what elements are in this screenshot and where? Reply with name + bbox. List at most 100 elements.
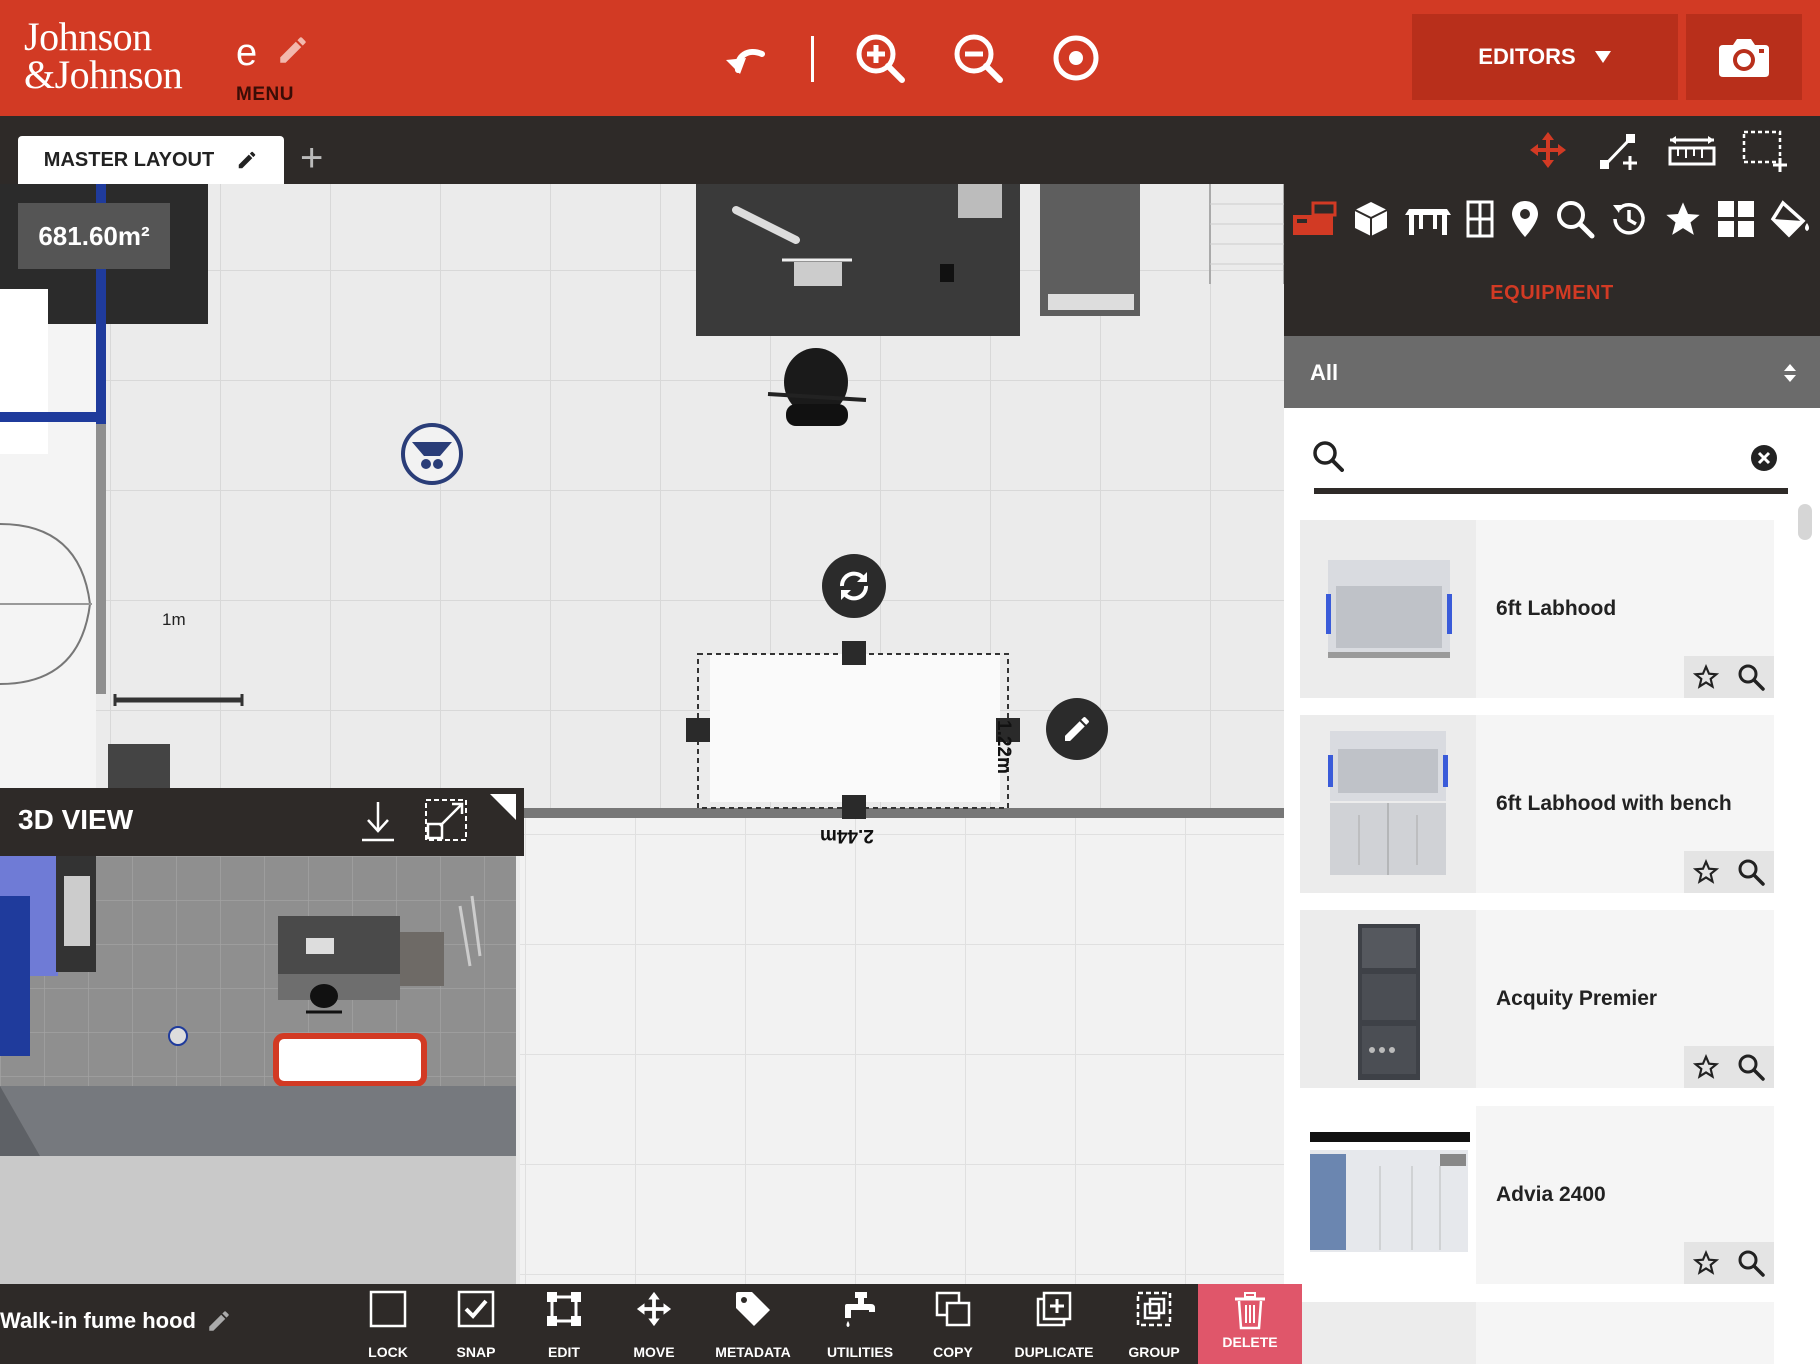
search-input[interactable] [1352,440,1746,478]
duplicate-icon [1036,1291,1072,1327]
preview-search-icon[interactable] [1737,1249,1765,1277]
move-button[interactable]: MOVE [626,1290,682,1360]
grid-icon[interactable] [1717,200,1755,238]
list-item[interactable]: Acquity Premier [1300,910,1774,1088]
draw-wall-button[interactable] [1598,130,1640,177]
copy-button[interactable]: COPY [928,1290,978,1360]
favorite-star-icon[interactable] [1693,859,1719,885]
recenter-button[interactable] [1048,30,1104,86]
zoom-out-icon [954,34,1003,83]
selection-height-label: 1.22m [993,720,1014,774]
favorite-star-icon[interactable] [1693,1250,1719,1276]
advia-2400-image [1310,1132,1470,1252]
ruler-icon [1668,136,1716,166]
expand-icon[interactable] [424,798,468,842]
zoom-in-icon [856,34,905,83]
cube-icon[interactable] [1351,199,1391,239]
selection-width-label: 2.44m [820,825,874,846]
delete-label: DELETE [1222,1334,1278,1350]
item-name: 6ft Labhood [1496,597,1617,620]
delete-content: DELETE [1198,1292,1302,1350]
duplicate-button[interactable]: DUPLICATE [1012,1290,1096,1360]
target-icon [1053,35,1099,81]
selected-object-name: Walk-in fume hood [0,1308,196,1333]
collapse-corner-icon[interactable] [490,794,516,820]
lock-label: LOCK [368,1344,408,1360]
snap-button[interactable]: SNAP [450,1290,502,1360]
tag-icon [736,1292,770,1326]
edit-button[interactable]: EDIT [538,1290,590,1360]
category-filter-select[interactable]: All [1284,336,1820,408]
metadata-button[interactable]: METADATA [712,1290,794,1360]
selected-object[interactable]: Walk-in fume hood [0,1308,232,1334]
location-pin-icon[interactable] [1509,199,1541,239]
pencil-icon[interactable] [236,149,258,171]
pencil-icon[interactable] [206,1308,232,1334]
brand-line-1: Johnson [24,14,152,59]
list-item[interactable]: Advia 2400 [1300,1106,1774,1284]
tab-master-layout[interactable]: MASTER LAYOUT [18,136,284,184]
edit-object-button[interactable] [1046,698,1108,760]
preview-search-icon[interactable] [1737,858,1765,886]
3d-scene [0,856,516,1284]
add-tab-button[interactable]: + [300,138,323,178]
labhood-bench-image [1328,731,1448,875]
category-icon-bar [1284,196,1820,242]
marquee-plus-icon [1742,130,1787,172]
table-icon[interactable] [1405,199,1451,239]
list-item[interactable]: 6ft Labhood with bench [1300,715,1774,893]
tab-master-label: MASTER LAYOUT [43,148,215,171]
item-thumbnail [1300,715,1476,893]
area-badge: 681.60m² [18,203,170,269]
favorite-star-icon[interactable] [1693,664,1719,690]
menu-button[interactable]: e [236,32,310,75]
edit-label: EDIT [548,1344,580,1360]
utilities-label: UTILITIES [826,1344,894,1360]
group-button[interactable]: GROUP [1126,1290,1182,1360]
preview-search-icon[interactable] [1737,663,1765,691]
scale-label: 1m [162,610,186,629]
brand-logo: Johnson &Johnson [24,14,183,95]
window-icon[interactable] [1465,199,1495,239]
download-icon[interactable] [358,798,398,844]
item-thumbnail [1300,910,1476,1088]
menu-label: MENU [236,84,294,105]
delete-button[interactable]: DELETE [1198,1284,1302,1364]
trash-icon [1235,1292,1265,1330]
item-actions [1684,656,1774,698]
pencil-icon [1065,717,1089,741]
search-icon[interactable] [1555,199,1595,239]
acquity-premier-image [1358,924,1420,1080]
utilities-button[interactable]: UTILITIES [824,1290,896,1360]
3d-view-panel[interactable] [0,856,516,1284]
screenshot-button[interactable] [1686,14,1802,100]
camera-icon [1719,39,1769,77]
history-icon[interactable] [1609,199,1649,239]
favorite-star-icon[interactable] [1693,1054,1719,1080]
3d-view-header: 3D VIEW [0,788,524,856]
editors-dropdown[interactable]: EDITORS [1412,14,1678,100]
select-area-button[interactable] [1742,130,1788,177]
zoom-in-button[interactable] [852,30,908,86]
copy-icon [935,1291,971,1327]
preview-search-icon[interactable] [1737,1053,1765,1081]
equipment-icon[interactable] [1291,199,1337,239]
item-actions [1684,1046,1774,1088]
undo-icon [726,49,765,74]
move-mode-button[interactable] [1528,130,1568,175]
labhood-image [1326,560,1452,658]
lock-button[interactable]: LOCK [362,1290,414,1360]
measure-button[interactable] [1668,134,1716,173]
list-item[interactable]: 6ft Labhood [1300,520,1774,698]
rotate-button[interactable] [822,554,886,618]
edit-frame-icon [547,1292,581,1326]
list-scrollbar[interactable] [1798,504,1812,540]
undo-button[interactable] [718,30,774,86]
metadata-label: METADATA [715,1344,791,1360]
clear-search-icon[interactable] [1750,444,1778,472]
list-item[interactable] [1300,1302,1774,1364]
paint-bucket-icon[interactable] [1769,199,1813,239]
zoom-out-button[interactable] [950,30,1006,86]
star-icon[interactable] [1663,199,1703,239]
item-actions [1684,851,1774,893]
